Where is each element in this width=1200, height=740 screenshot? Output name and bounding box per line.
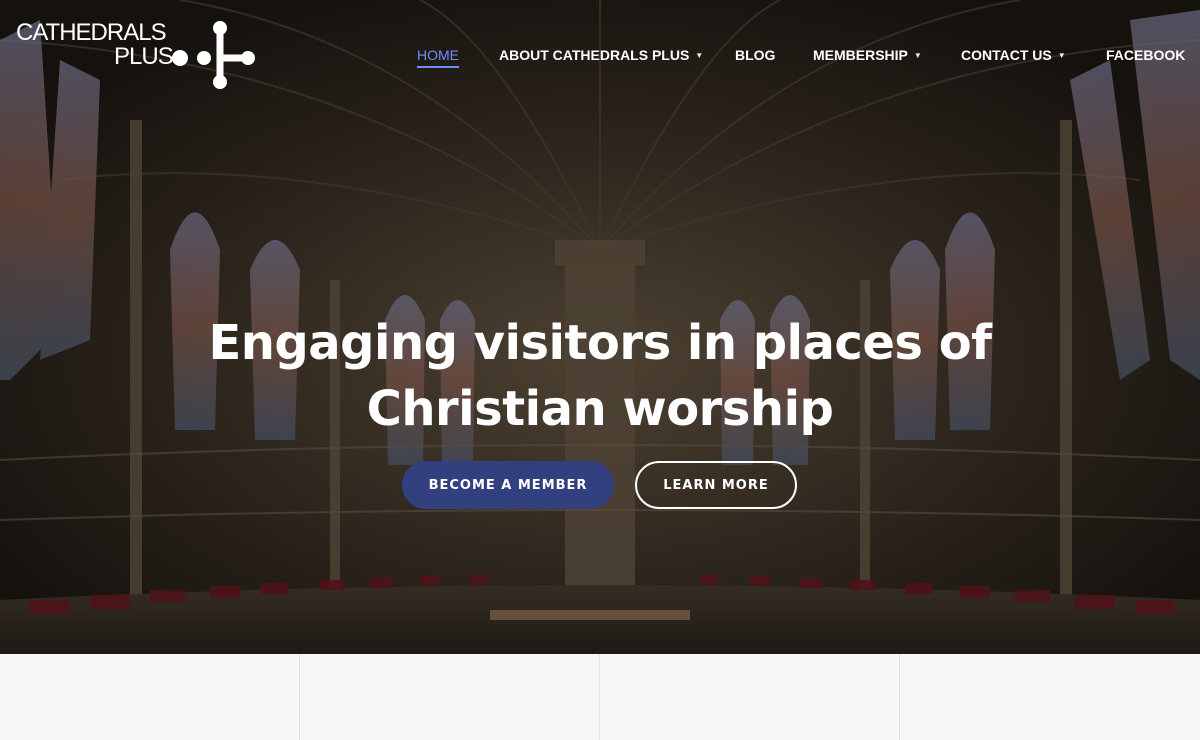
nav-item-label: ABOUT CATHEDRALS PLUS — [499, 47, 690, 63]
nav-item-label: FACEBOOK — [1106, 47, 1186, 63]
hero-headline: Engaging visitors in places of Christian… — [100, 310, 1100, 442]
nav-item-blog[interactable]: BLOG — [735, 45, 775, 65]
learn-more-button[interactable]: LEARN MORE — [635, 461, 797, 509]
chevron-down-icon: ▼ — [1057, 51, 1066, 60]
become-a-member-button[interactable]: BECOME A MEMBER — [402, 461, 614, 509]
feature-card — [900, 654, 1200, 740]
chevron-down-icon: ▼ — [695, 51, 704, 60]
hero-section: CATHEDRALS PLUS HOME ABOUT CATHEDRALS PL… — [0, 0, 1200, 654]
hero-headline-line2: Christian worship — [366, 381, 834, 437]
nav-item-label: MEMBERSHIP — [813, 47, 908, 63]
nav-item-contact[interactable]: CONTACT US ▼ — [961, 45, 1066, 66]
nav-item-about[interactable]: ABOUT CATHEDRALS PLUS ▼ — [499, 45, 703, 66]
feature-cards-section — [0, 654, 1200, 740]
nav-item-home[interactable]: HOME — [417, 45, 459, 68]
nav-item-label: BLOG — [735, 47, 776, 63]
nav-item-membership[interactable]: MEMBERSHIP ▼ — [813, 45, 922, 66]
feature-card — [300, 654, 600, 740]
nav-item-label: HOME — [417, 47, 459, 63]
chevron-down-icon: ▼ — [913, 51, 922, 60]
nav-item-label: CONTACT US — [961, 47, 1052, 63]
feature-card — [0, 654, 300, 740]
nav-item-facebook[interactable]: FACEBOOK — [1106, 45, 1185, 65]
hero-headline-line1: Engaging visitors in places of — [208, 315, 992, 371]
main-navigation: HOME ABOUT CATHEDRALS PLUS ▼ BLOG MEMBERS… — [0, 45, 1200, 68]
feature-card — [600, 654, 900, 740]
